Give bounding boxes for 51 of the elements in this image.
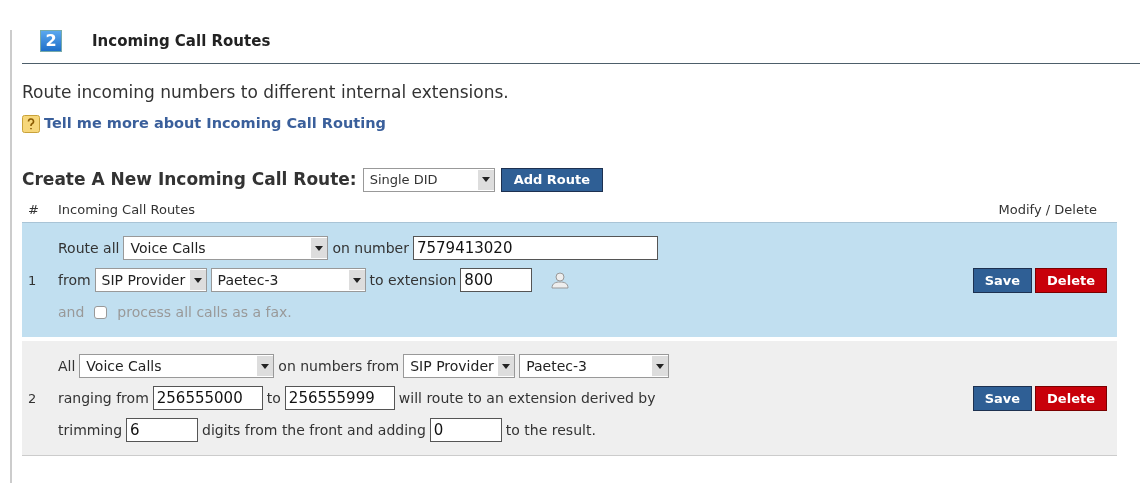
section-title: Incoming Call Routes (92, 31, 271, 52)
route-text: Route all (58, 238, 120, 258)
dropdown-arrow-icon (352, 277, 361, 283)
input-field[interactable]: 0 (429, 418, 502, 443)
dropdown-arrow-icon (193, 277, 202, 283)
route-text: to extension (369, 270, 457, 290)
column-header: Incoming Call Routes (58, 200, 196, 219)
route-type-select[interactable]: Single DID (362, 167, 495, 192)
dropdown-select[interactable]: Voice Calls (123, 236, 329, 261)
route-text: trimming (58, 420, 123, 440)
row-number: 1 (27, 271, 38, 290)
route-text: ranging from (58, 388, 149, 408)
step-number-icon: 2 (40, 30, 62, 53)
input-field[interactable]: 7579413020 (413, 236, 658, 261)
route-text: and (58, 302, 85, 322)
delete-button[interactable]: Delete (1035, 385, 1107, 411)
route-text: to the result. (505, 420, 596, 440)
help-icon (22, 114, 40, 133)
input-field[interactable]: 256555999 (284, 386, 395, 411)
row-number: 2 (27, 389, 38, 408)
dropdown-arrow-icon (502, 363, 511, 369)
dropdown-arrow-icon (315, 245, 324, 251)
save-button[interactable]: Save (972, 385, 1033, 411)
add-route-button[interactable]: Add Route (500, 167, 604, 192)
route-text: will route to an extension derived by (398, 388, 656, 408)
route-text: digits from the front and adding (202, 420, 426, 440)
dropdown-arrow-icon (261, 363, 270, 369)
input-field[interactable]: 256555000 (152, 386, 263, 411)
route-text: to (266, 388, 281, 408)
save-button[interactable]: Save (972, 267, 1033, 293)
create-route-label: Create A New Incoming Call Route: (22, 167, 357, 191)
dropdown-arrow-icon (656, 363, 665, 369)
route-text: All (58, 356, 76, 376)
route-text: process all calls as a fax. (117, 302, 292, 322)
column-header: Modify / Delete (998, 200, 1098, 219)
dropdown-select[interactable]: Paetec-3 (519, 354, 670, 379)
route-text: on number (332, 238, 409, 258)
input-field[interactable]: 6 (126, 418, 199, 443)
dropdown-arrow-icon (481, 177, 490, 182)
dropdown-select[interactable]: SIP Provider (94, 268, 207, 293)
route-text: from (58, 270, 91, 290)
column-header: # (27, 200, 40, 219)
dropdown-select[interactable]: Paetec-3 (210, 268, 366, 293)
description-text: Route incoming numbers to different internal extensions. (22, 80, 510, 104)
input-field[interactable]: 800 (460, 268, 533, 293)
delete-button[interactable]: Delete (1035, 267, 1107, 293)
help-link[interactable]: Tell me more about Incoming Call Routing (44, 113, 386, 135)
dropdown-select[interactable]: SIP Provider (403, 354, 516, 379)
dropdown-select[interactable]: Voice Calls (79, 354, 275, 379)
route-text: on numbers from (278, 356, 400, 376)
person-icon[interactable] (550, 271, 571, 290)
